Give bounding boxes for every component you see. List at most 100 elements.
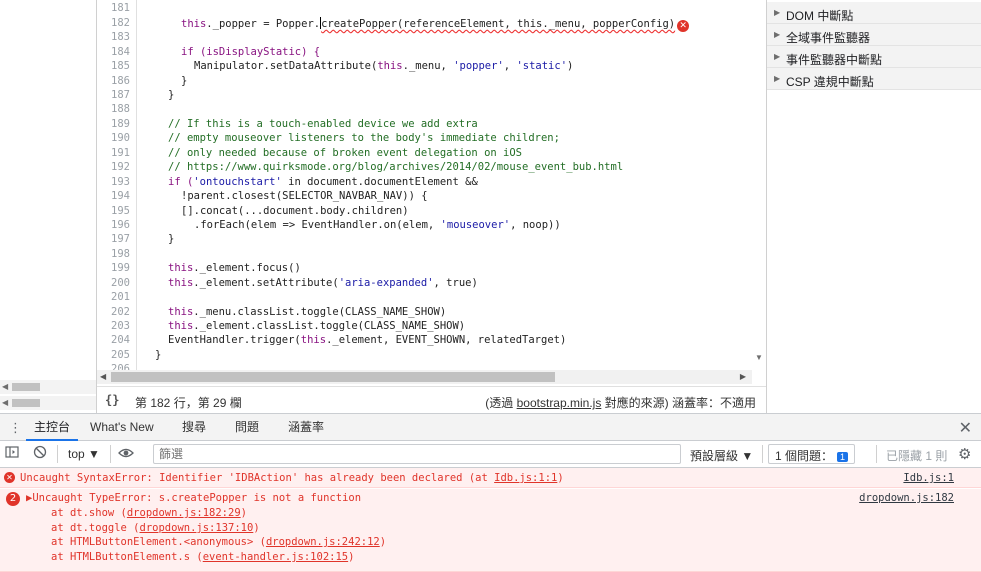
line-number[interactable]: 202: [97, 306, 130, 318]
error-location-link[interactable]: Idb.js:1: [903, 472, 954, 484]
filter-input[interactable]: [153, 444, 681, 464]
code-line-197[interactable]: }: [168, 233, 174, 245]
line-number[interactable]: 201: [97, 291, 130, 303]
line-number[interactable]: 187: [97, 89, 130, 101]
scroll-down-icon[interactable]: ▼: [755, 353, 763, 362]
code-token: this: [168, 277, 194, 289]
code-line-200[interactable]: this._element.setAttribute('aria-expande…: [168, 277, 478, 289]
dom-breakpoints-section[interactable]: ▶ DOM 中斷點: [767, 2, 981, 24]
scroll-right-icon[interactable]: ▶: [740, 370, 746, 384]
console-toolbar: top ▼ 預設層級 ▼ 1 個問題：1 已隱藏 1 則 ⚙: [0, 441, 981, 468]
stack-frame-link[interactable]: dropdown.js:182:29: [127, 507, 241, 519]
code-line-192[interactable]: // https://www.quirksmode.org/blog/archi…: [168, 161, 623, 173]
line-number[interactable]: 188: [97, 103, 130, 115]
editor-horizontal-scrollbar[interactable]: ◀ ▶: [97, 370, 752, 384]
more-menu-icon[interactable]: ⋮: [9, 420, 22, 436]
tab-issues[interactable]: 問題: [235, 414, 259, 441]
code-editor[interactable]: 181 182 183 184 185 186 187 188 189 190 191 192 193 1…: [97, 0, 766, 384]
navigator-scrollbar-2[interactable]: ◀: [0, 396, 96, 410]
context-selector[interactable]: top ▼: [68, 447, 100, 461]
console-output[interactable]: ✕ Uncaught SyntaxError: Identifier 'IDBA…: [0, 468, 981, 572]
gear-icon[interactable]: ⚙: [958, 445, 971, 463]
tab-console[interactable]: 主控台: [26, 414, 79, 441]
console-error-message[interactable]: ✕ Uncaught SyntaxError: Identifier 'IDBA…: [0, 468, 981, 488]
sidebar-toggle-icon[interactable]: [5, 445, 19, 462]
navigator-scrollbar[interactable]: ◀: [0, 380, 96, 394]
pretty-print-button[interactable]: {}: [105, 393, 119, 407]
line-number[interactable]: 196: [97, 219, 130, 231]
event-listener-breakpoints-section[interactable]: ▶ 事件監聽器中斷點: [767, 46, 981, 68]
source-file-link[interactable]: bootstrap.min.js: [517, 396, 602, 410]
line-number[interactable]: 203: [97, 320, 130, 332]
scroll-left-icon[interactable]: ◀: [2, 380, 8, 394]
issues-button[interactable]: 1 個問題： 1: [768, 444, 856, 464]
clear-console-icon[interactable]: [33, 445, 47, 462]
line-number[interactable]: 182: [97, 17, 130, 29]
scroll-thumb[interactable]: [12, 399, 40, 407]
line-number[interactable]: 186: [97, 75, 130, 87]
global-listeners-section[interactable]: ▶ 全域事件監聽器: [767, 24, 981, 46]
scroll-left-icon[interactable]: ◀: [2, 396, 8, 410]
line-number[interactable]: 184: [97, 46, 130, 58]
expand-icon: ▶: [774, 52, 781, 61]
error-text[interactable]: ▶Uncaught TypeError: s.createPopper is n…: [26, 492, 361, 504]
code-token: if (isDisplayStatic) {: [181, 46, 321, 58]
code-line-187[interactable]: }: [168, 89, 174, 101]
code-line-184[interactable]: if (isDisplayStatic) {: [181, 46, 320, 58]
line-number[interactable]: 185: [97, 60, 130, 72]
line-number[interactable]: 199: [97, 262, 130, 274]
line-number[interactable]: 192: [97, 161, 130, 173]
stack-frame-link[interactable]: dropdown.js:137:10: [140, 522, 254, 534]
line-number[interactable]: 189: [97, 118, 130, 130]
console-error-message-expanded[interactable]: 2 ▶Uncaught TypeError: s.createPopper is…: [0, 489, 981, 572]
code-line-189[interactable]: // If this is a touch-enabled device we …: [168, 118, 478, 130]
stack-frame-link[interactable]: event-handler.js:102:15: [203, 551, 348, 563]
line-number[interactable]: 198: [97, 248, 130, 260]
line-number[interactable]: 193: [97, 176, 130, 188]
error-source-link[interactable]: Idb.js:1:1: [494, 472, 557, 484]
code-line-204[interactable]: EventHandler.trigger(this._element, EVEN…: [168, 334, 566, 346]
scroll-left-icon[interactable]: ◀: [100, 370, 106, 384]
line-number[interactable]: 195: [97, 205, 130, 217]
stack-frame-link[interactable]: dropdown.js:242:12: [266, 536, 380, 548]
line-number-gutter[interactable]: 181 182 183 184 185 186 187 188 189 190 191 192 193 1…: [97, 0, 137, 384]
tab-search[interactable]: 搜尋: [182, 414, 206, 441]
line-number[interactable]: 205: [97, 349, 130, 361]
error-text-close: ): [557, 472, 564, 484]
close-drawer-icon[interactable]: ✕: [959, 418, 972, 438]
code-line-199[interactable]: this._element.focus(): [168, 262, 301, 274]
code-line-203[interactable]: this._element.classList.toggle(CLASS_NAM…: [168, 320, 465, 332]
line-number[interactable]: 197: [97, 233, 130, 245]
line-number[interactable]: 204: [97, 334, 130, 346]
code-line-202[interactable]: this._menu.classList.toggle(CLASS_NAME_S…: [168, 306, 446, 318]
error-token: createPopper(referenceElement, this._men…: [321, 18, 676, 30]
code-line-190[interactable]: // empty mouseover listeners to the body…: [168, 132, 560, 144]
eye-icon[interactable]: [118, 446, 134, 463]
editor-vertical-scrollbar[interactable]: ▼: [752, 0, 766, 384]
code-line-186[interactable]: }: [181, 75, 187, 87]
tab-whats-new[interactable]: What's New: [90, 414, 154, 441]
code-line-205[interactable]: }: [155, 349, 161, 361]
code-line-191[interactable]: // only needed because of broken event d…: [168, 147, 522, 159]
code-line-194[interactable]: !parent.closest(SELECTOR_NAVBAR_NAV)) {: [181, 190, 428, 202]
scroll-thumb[interactable]: [111, 372, 555, 382]
error-icon[interactable]: ✕: [677, 20, 690, 32]
line-number[interactable]: 191: [97, 147, 130, 159]
tab-coverage[interactable]: 涵蓋率: [288, 414, 324, 441]
code-line-193[interactable]: if ('ontouchstart' in document.documentE…: [168, 176, 478, 188]
code-line-196[interactable]: .forEach(elem => EventHandler.on(elem, '…: [194, 219, 561, 231]
log-levels-dropdown[interactable]: 預設層級 ▼: [690, 447, 753, 464]
stack-frame-text: at HTMLButtonElement.<anonymous> (: [51, 536, 266, 548]
code-line-195[interactable]: [].concat(...document.body.children): [181, 205, 409, 217]
scroll-thumb[interactable]: [12, 383, 40, 391]
line-number[interactable]: 200: [97, 277, 130, 289]
line-number[interactable]: 194: [97, 190, 130, 202]
csp-breakpoints-section[interactable]: ▶ CSP 違規中斷點: [767, 68, 981, 90]
code-line-182[interactable]: this._popper = Popper.createPopper(refer…: [181, 17, 690, 32]
line-number[interactable]: 181: [97, 2, 130, 14]
expand-icon: ▶: [774, 8, 781, 17]
error-location-link[interactable]: dropdown.js:182: [859, 492, 954, 504]
line-number[interactable]: 183: [97, 31, 130, 43]
code-line-185[interactable]: Manipulator.setDataAttribute(this._menu,…: [194, 60, 573, 72]
line-number[interactable]: 190: [97, 132, 130, 144]
